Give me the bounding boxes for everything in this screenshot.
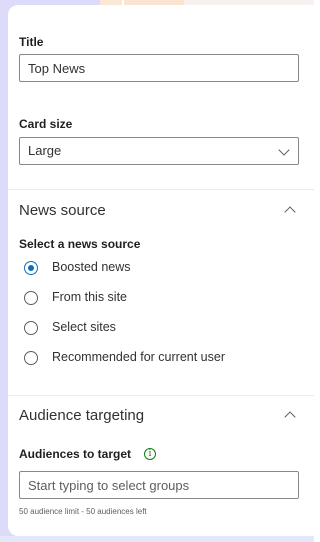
property-pane: Title Card size Large News source Select… xyxy=(8,5,314,536)
background-bottom-strip xyxy=(0,536,314,542)
radio-label: From this site xyxy=(52,290,128,304)
audiences-label: Audiences to target xyxy=(19,447,132,461)
radio-boosted-news[interactable]: Boosted news xyxy=(24,258,304,280)
news-source-subtitle: Select a news source xyxy=(19,237,141,251)
card-size-label: Card size xyxy=(19,117,73,131)
radio-label: Boosted news xyxy=(52,260,131,274)
radio-select-sites[interactable]: Select sites xyxy=(24,318,304,340)
news-source-title: News source xyxy=(19,202,106,219)
radio-button[interactable] xyxy=(24,291,38,305)
radio-label: Select sites xyxy=(52,320,116,334)
section-divider xyxy=(8,189,314,190)
radio-from-this-site[interactable]: From this site xyxy=(24,288,304,310)
audience-targeting-title: Audience targeting xyxy=(19,407,145,424)
news-source-section-header[interactable]: News source xyxy=(8,194,314,230)
radio-button-checked[interactable] xyxy=(24,261,38,275)
chevron-down-icon xyxy=(278,144,290,156)
radio-recommended[interactable]: Recommended for current user xyxy=(24,348,304,370)
title-input[interactable] xyxy=(19,54,299,82)
audience-targeting-section-header[interactable]: Audience targeting xyxy=(8,399,314,435)
section-divider xyxy=(8,395,314,396)
card-size-value: Large xyxy=(28,143,62,158)
info-icon[interactable]: i xyxy=(144,448,156,460)
radio-label: Recommended for current user xyxy=(52,350,225,364)
chevron-up-icon[interactable] xyxy=(284,206,296,218)
audience-search-input[interactable] xyxy=(19,471,299,499)
radio-button[interactable] xyxy=(24,351,38,365)
radio-button[interactable] xyxy=(24,321,38,335)
card-size-dropdown[interactable]: Large xyxy=(19,137,299,165)
audience-limit-hint: 50 audience limit - 50 audiences left xyxy=(19,507,147,516)
chevron-up-icon[interactable] xyxy=(284,411,296,423)
title-field-label: Title xyxy=(19,35,44,49)
